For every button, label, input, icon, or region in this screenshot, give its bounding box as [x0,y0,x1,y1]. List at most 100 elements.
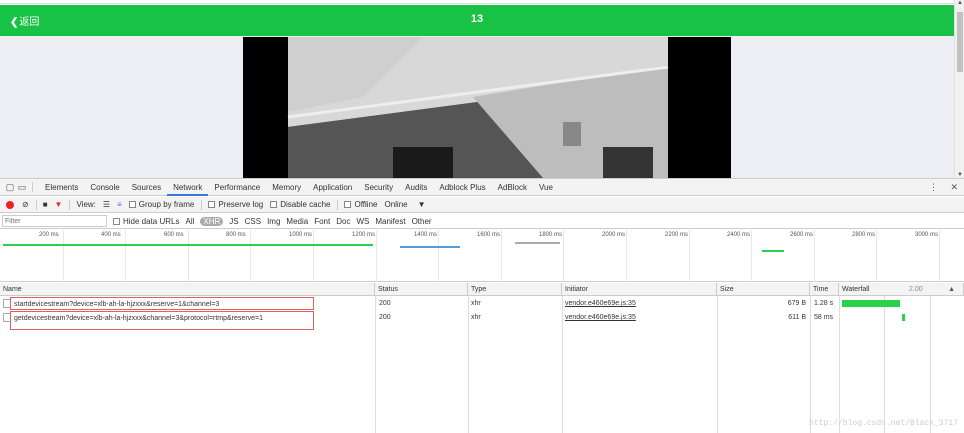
record-icon[interactable] [6,200,14,209]
more-options-icon[interactable]: ⋮ [929,182,938,192]
sort-up-icon[interactable]: ▲ [948,283,955,296]
request-status: 200 [379,300,391,307]
request-initiator[interactable]: vendor.e460e69e.js:35 [565,297,636,310]
column-header-type[interactable]: Type [468,283,562,296]
overview-tick-label: 600 ms [164,232,184,238]
filter-type-all[interactable]: All [185,217,194,226]
filter-type-doc[interactable]: Doc [336,217,350,226]
tab-console[interactable]: Console [84,179,125,196]
overview-gridline [689,230,690,282]
video-frame-image [243,37,731,178]
overview-activity-bar [762,250,784,252]
tab-security[interactable]: Security [358,179,399,196]
column-header-size[interactable]: Size [717,283,810,296]
request-name[interactable]: getdevicestream?device=xlb-ah-la-hjzxxx&… [10,311,314,330]
overview-gridline [250,230,251,282]
tab-sources[interactable]: Sources [126,179,167,196]
scrollbar-thumb[interactable] [957,12,963,72]
request-initiator[interactable]: vendor.e460e69e.js:35 [565,311,636,324]
clear-icon[interactable]: ⊘ [22,200,29,209]
inspect-element-icon[interactable]: ▢ [4,182,16,193]
video-player[interactable] [243,37,731,178]
overview-tick-label: 2600 ms [790,232,814,238]
column-header-initiator[interactable]: Initiator [562,283,717,296]
disable-cache-checkbox[interactable]: Disable cache [270,200,330,209]
table-row[interactable]: getdevicestream?device=xlb-ah-la-hjzxxx&… [0,311,950,330]
overview-tick-label: 1800 ms [539,232,563,238]
filter-icon[interactable]: ▼ [55,200,63,209]
column-header-status[interactable]: Status [375,283,468,296]
page-scrollbar[interactable]: ▲ ▼ [954,0,964,178]
tab-vue[interactable]: Vue [533,179,559,196]
request-name[interactable]: startdevicestream?device=xlb-ah-la-hjzxx… [10,297,314,310]
throttle-select[interactable]: Online ▼ [384,200,425,209]
tab-elements[interactable]: Elements [39,179,84,196]
scroll-up-icon[interactable]: ▲ [957,0,963,6]
overview-gridline [814,230,815,282]
tab-application[interactable]: Application [307,179,358,196]
network-toolbar: ⊘ ■ ▼ View: ☰ ≡ Group by frame Preserve … [0,197,964,213]
filter-type-ws[interactable]: WS [356,217,369,226]
overview-gridline [626,230,627,282]
overview-gridline [563,230,564,282]
filter-type-manifest[interactable]: Manifest [375,217,405,226]
overview-gridline [313,230,314,282]
preserve-log-checkbox[interactable]: Preserve log [208,200,263,209]
waterfall-bar[interactable] [842,300,900,307]
waterfall-label: Waterfall [842,286,870,293]
overview-tick-label: 3000 ms [915,232,939,238]
filter-type-js[interactable]: JS [229,217,238,226]
device-toolbar-icon[interactable]: ▭ [16,182,28,193]
overview-tick-label: 1200 ms [352,232,376,238]
filter-type-css[interactable]: CSS [245,217,261,226]
divider [69,199,71,210]
column-header-time[interactable]: Time [810,283,839,296]
screenshot-icon[interactable]: ■ [43,200,48,209]
offline-label: Offline [354,200,378,209]
overview-activity-bar [3,244,373,246]
request-time: 58 ms [814,314,834,321]
tab-memory[interactable]: Memory [266,179,307,196]
filter-type-media[interactable]: Media [286,217,308,226]
waterfall-bar[interactable] [902,314,905,321]
column-header-name[interactable]: Name [0,283,375,296]
tab-adblock-plus[interactable]: Adblock Plus [433,179,491,196]
tab-audits[interactable]: Audits [399,179,433,196]
filter-type-other[interactable]: Other [412,217,432,226]
overview-gridline [376,230,377,282]
divider [337,199,339,210]
hide-data-urls-checkbox[interactable]: Hide data URLs [113,217,179,226]
devtools-panel: ▢ ▭ Elements Console Sources Network Per… [0,178,964,433]
overview-tick-label: 2000 ms [602,232,626,238]
tab-network[interactable]: Network [167,179,209,196]
column-header-waterfall[interactable]: Waterfall 2.00 ▲ [839,283,964,296]
group-by-frame-label: Group by frame [138,200,195,209]
filter-input[interactable] [2,215,107,227]
divider [32,182,33,192]
close-icon[interactable]: ✕ [950,182,958,192]
group-by-frame-checkbox[interactable]: Group by frame [128,200,195,209]
request-size: 611 B [788,314,806,321]
hide-data-urls-label: Hide data URLs [123,216,180,226]
request-time: 1.28 s [814,300,834,307]
tab-performance[interactable]: Performance [208,179,266,196]
list-view-icon[interactable]: ☰ [103,200,110,209]
request-type: xhr [471,300,481,307]
overview-gridline [125,230,126,282]
tab-adblock[interactable]: AdBlock [492,179,533,196]
throttle-value: Online [384,200,408,209]
overview-tick-label: 200 ms [39,232,59,238]
page-viewport: ❮返回 13 ▲ ▼ [0,0,964,178]
table-row[interactable]: startdevicestream?device=xlb-ah-la-hjzxx… [0,297,950,310]
overview-gridline [188,230,189,282]
preserve-log-label: Preserve log [218,200,264,209]
request-size: 679 B [787,300,806,307]
offline-checkbox[interactable]: Offline [344,200,377,209]
network-overview[interactable]: 200 ms 400 ms 600 ms 800 ms 1000 ms 1200 ms 14… [0,230,964,282]
filter-type-img[interactable]: Img [267,217,280,226]
filter-type-xhr[interactable]: XHR [200,216,224,226]
waterfall-view-icon[interactable]: ≡ [117,200,122,209]
overview-activity-bar [515,242,560,244]
filter-type-font[interactable]: Font [314,217,330,226]
request-type: xhr [471,314,481,321]
